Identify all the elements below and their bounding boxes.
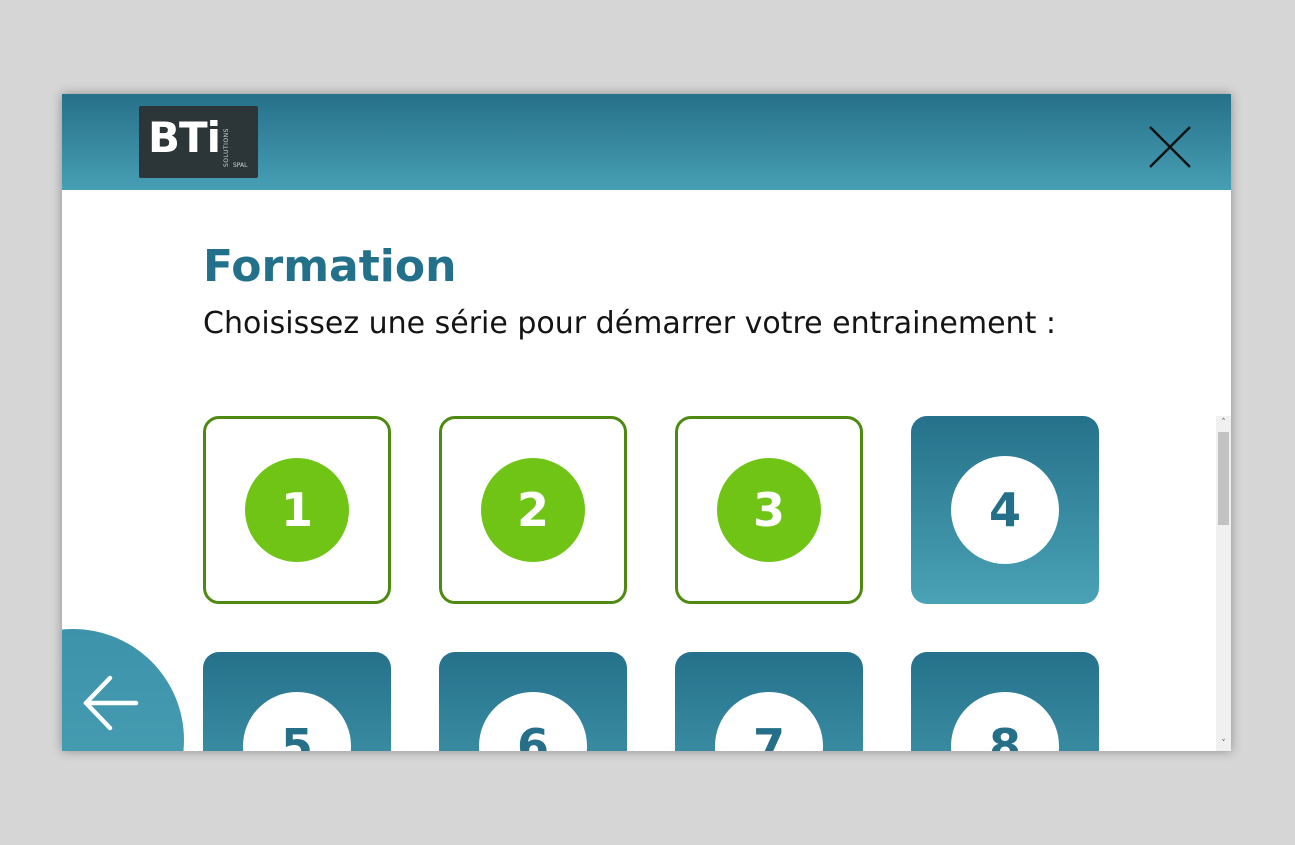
header-bar: BTi SOLUTIONS SPAL (62, 94, 1231, 190)
series-tile-2[interactable]: 2 (439, 416, 627, 604)
series-tile-7[interactable]: 7 (675, 652, 863, 751)
scroll-thumb[interactable] (1218, 432, 1229, 525)
series-number: 2 (481, 458, 585, 562)
series-number: 3 (717, 458, 821, 562)
series-tile-6[interactable]: 6 (439, 652, 627, 751)
series-tile-5[interactable]: 5 (203, 652, 391, 751)
series-number: 5 (243, 692, 351, 751)
page-title: Formation (203, 241, 457, 292)
series-number: 6 (479, 692, 587, 751)
series-tile-4[interactable]: 4 (911, 416, 1099, 604)
close-button[interactable] (1144, 121, 1196, 173)
arrow-left-icon (83, 675, 139, 731)
series-tile-3[interactable]: 3 (675, 416, 863, 604)
page-subtitle: Choisissez une série pour démarrer votre… (203, 306, 1056, 341)
series-number: 1 (245, 458, 349, 562)
series-number: 7 (715, 692, 823, 751)
vertical-scrollbar[interactable]: ˄ ˅ (1216, 416, 1231, 751)
series-tile-8[interactable]: 8 (911, 652, 1099, 751)
logo-letters: BTi (148, 113, 221, 162)
close-x-icon (1149, 126, 1191, 168)
series-number: 4 (951, 456, 1059, 564)
app-window: BTi SOLUTIONS SPAL Formation Choisissez … (62, 94, 1231, 751)
scroll-up-icon[interactable]: ˄ (1216, 416, 1231, 430)
series-number: 8 (951, 692, 1059, 751)
logo-tag: SPAL (233, 162, 248, 169)
series-tile-1[interactable]: 1 (203, 416, 391, 604)
bti-logo: BTi SOLUTIONS SPAL (139, 106, 258, 178)
scroll-down-icon[interactable]: ˅ (1216, 737, 1231, 751)
